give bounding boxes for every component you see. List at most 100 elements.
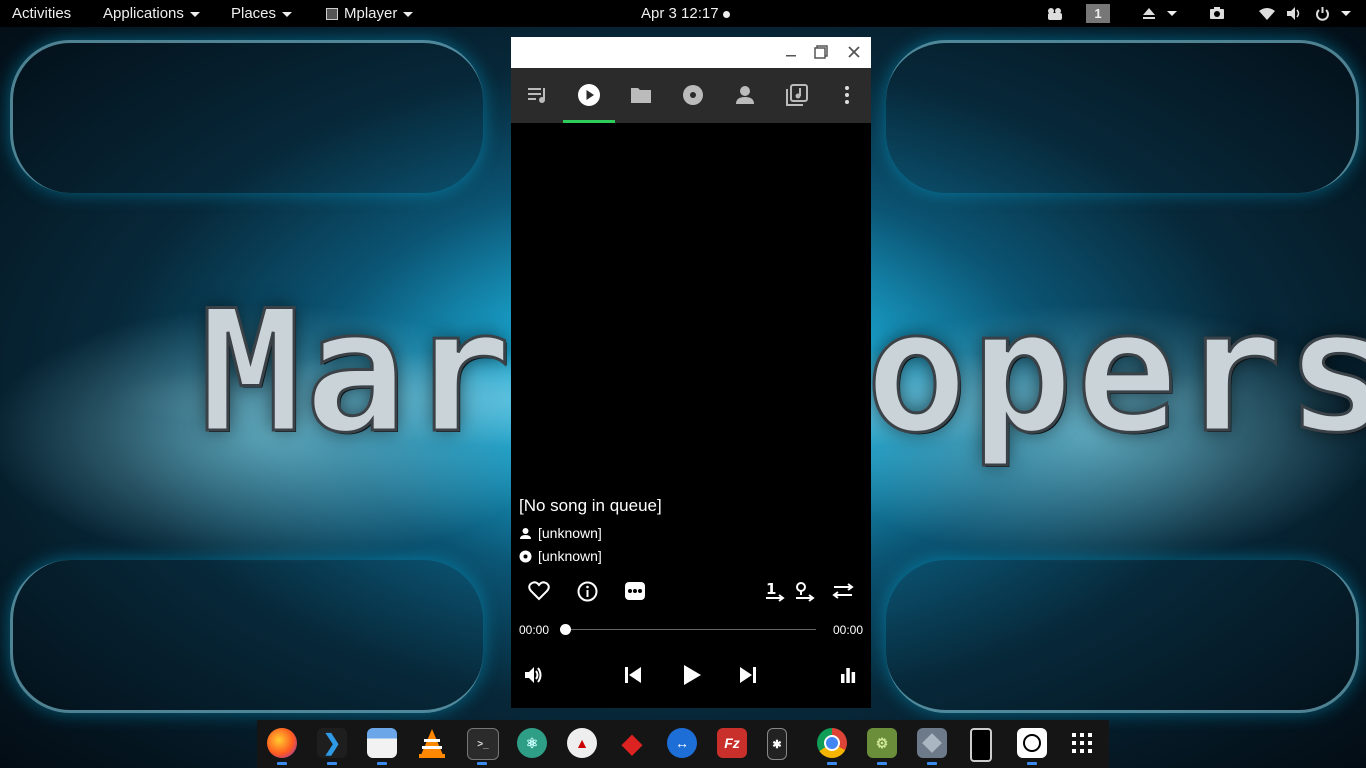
places-menu[interactable]: Places [231, 0, 293, 27]
tab-albums[interactable] [680, 82, 706, 108]
more-vert-icon [845, 86, 849, 104]
workspace-indicator[interactable]: 1 [1086, 4, 1110, 23]
activities-button[interactable]: Activities [12, 0, 71, 27]
info-button[interactable] [575, 579, 599, 603]
grid-icon [1072, 733, 1092, 753]
folder-icon [631, 88, 651, 103]
repeat-one-button[interactable]: 1 [763, 579, 787, 603]
running-indicator [1027, 762, 1037, 765]
album-icon [519, 550, 532, 562]
repeat-one-icon: 1 [766, 580, 785, 602]
song-title: [No song in queue] [519, 496, 662, 515]
chevron-down-icon[interactable] [1341, 11, 1351, 16]
previous-button[interactable] [622, 664, 644, 686]
artist-row[interactable]: [unknown] [519, 525, 602, 541]
overflow-menu-button[interactable] [834, 82, 860, 108]
chevron-down-icon [189, 11, 200, 17]
applications-menu[interactable]: Applications [103, 0, 200, 27]
phone-icon[interactable] [970, 728, 992, 762]
album-icon [683, 85, 703, 105]
chrome-icon[interactable] [817, 728, 847, 758]
next-button[interactable] [737, 664, 759, 686]
files-icon[interactable] [367, 728, 397, 758]
tab-queue[interactable] [525, 82, 551, 108]
volume-button[interactable] [523, 664, 545, 686]
mplayer-window: [No song in queue] [unknown] [unknown] 1… [511, 37, 871, 708]
running-indicator [827, 762, 837, 765]
puzzle-icon[interactable] [1045, 6, 1065, 21]
tab-playlists[interactable] [784, 82, 810, 108]
app-menu-label: Mplayer [344, 5, 398, 22]
chevron-down-icon [403, 11, 414, 17]
power-icon[interactable] [1315, 6, 1330, 21]
close-icon[interactable] [845, 43, 863, 61]
vlc-cone-icon [419, 729, 445, 758]
mplayer-icon[interactable] [1017, 728, 1047, 758]
filezilla-icon[interactable]: Fz [717, 728, 747, 758]
show-apps-button[interactable] [1067, 728, 1097, 758]
active-tab-indicator [563, 120, 615, 123]
album-row[interactable]: [unknown] [519, 548, 602, 564]
top-bar: Activities Applications Places Mplayer A… [0, 0, 1366, 27]
playlist-icon [786, 84, 808, 106]
virtualbox-icon[interactable] [917, 728, 947, 758]
maximize-icon[interactable] [812, 43, 830, 61]
wallpaper-frame [10, 40, 483, 193]
running-indicator [327, 762, 337, 765]
skip-previous-icon [625, 667, 641, 683]
artist-name: [unknown] [538, 525, 602, 541]
eject-icon[interactable] [1142, 6, 1156, 21]
running-indicator [477, 762, 487, 765]
tab-folders[interactable] [628, 82, 654, 108]
skip-next-icon [740, 667, 756, 683]
vlc-icon[interactable] [417, 728, 447, 758]
minimize-icon[interactable] [782, 43, 800, 61]
firefox-icon[interactable] [267, 728, 297, 758]
window-titlebar[interactable] [511, 37, 871, 68]
tab-now-playing[interactable] [576, 82, 602, 108]
places-label: Places [231, 5, 277, 22]
gitkraken-icon[interactable]: ◆ [617, 728, 647, 758]
circle-icon [1023, 734, 1041, 752]
chat-bubble-icon [625, 582, 645, 600]
teamviewer-icon[interactable]: ↔ [667, 728, 697, 758]
lyrics-button[interactable] [623, 579, 647, 603]
clock[interactable]: Apr 3 12:17 [641, 0, 730, 27]
artist-icon [520, 527, 531, 539]
app-menu[interactable]: Mplayer [326, 0, 414, 27]
info-icon [577, 581, 597, 601]
running-indicator [877, 762, 887, 765]
heart-icon [528, 581, 550, 601]
running-indicator [377, 762, 387, 765]
seek-thumb[interactable] [560, 624, 571, 635]
vscode-icon[interactable]: ❯ [317, 728, 347, 758]
shuffle-button[interactable] [793, 579, 817, 603]
album-name: [unknown] [538, 548, 602, 564]
wifi-icon[interactable] [1258, 6, 1276, 21]
favorite-button[interactable] [527, 579, 551, 603]
chevron-down-icon[interactable] [1167, 11, 1177, 16]
play-button[interactable] [680, 663, 704, 687]
wallpaper-frame [10, 560, 483, 713]
kde-connect-icon[interactable]: ✱ [767, 728, 787, 760]
tab-artists[interactable] [732, 82, 758, 108]
volume-icon[interactable] [1286, 6, 1302, 21]
now-playing-icon [578, 84, 600, 106]
artist-icon [736, 86, 754, 104]
android-studio-icon[interactable]: ⚙ [867, 728, 897, 758]
clock-label: Apr 3 12:17 [641, 5, 719, 22]
seek-bar[interactable] [566, 629, 816, 630]
repeat-button[interactable] [831, 579, 855, 603]
terminal-icon[interactable]: >_ [467, 728, 499, 760]
atom-icon[interactable]: ⚛ [517, 728, 547, 758]
total-time: 00:00 [832, 623, 863, 637]
play-icon [684, 665, 701, 685]
svg-text:1: 1 [766, 580, 776, 598]
applications-label: Applications [103, 5, 184, 22]
equalizer-button[interactable] [837, 664, 859, 686]
dock: ❯ >_ ⚛ ▲ ◆ ↔ Fz ✱ ⚙ [257, 720, 1109, 768]
chrome-center-icon [824, 735, 840, 751]
transmission-icon[interactable]: ▲ [567, 728, 597, 758]
screenshot-icon[interactable] [1209, 6, 1225, 21]
notification-dot-icon [722, 10, 730, 18]
